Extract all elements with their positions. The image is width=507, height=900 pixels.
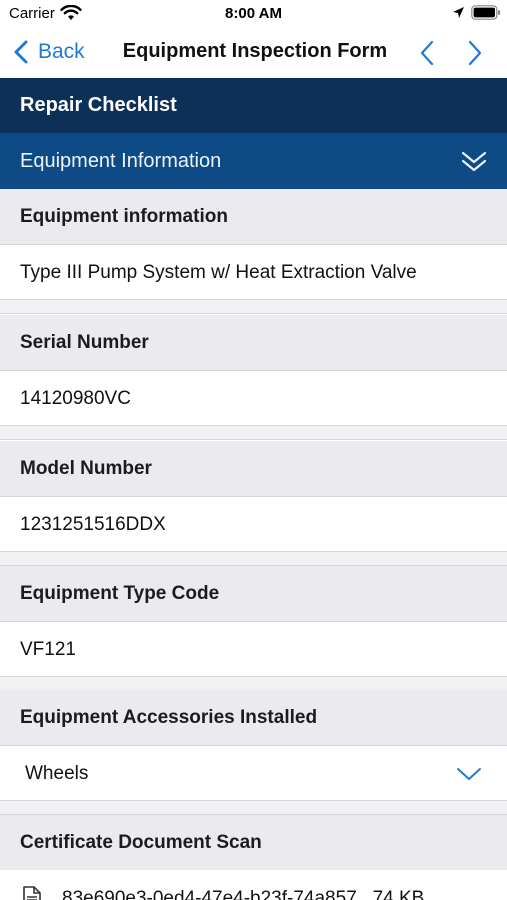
section-divider	[0, 801, 507, 815]
battery-icon	[471, 5, 500, 20]
certificate-file-row[interactable]: 83e690e3-0ed4-47e4-b23f-74a857...74 KB	[0, 870, 507, 900]
field-label: Model Number	[20, 458, 152, 479]
double-chevron-down-icon	[461, 151, 487, 172]
section-divider	[0, 552, 507, 566]
field-label: Equipment information	[20, 206, 228, 227]
field-label: Serial Number	[20, 332, 149, 353]
field-label-row: Equipment Accessories Installed	[0, 690, 507, 746]
field-value: 1231251516DDX	[20, 514, 166, 535]
back-button[interactable]: Back	[14, 38, 85, 66]
subsection-title: Equipment Information	[20, 150, 222, 172]
previous-icon[interactable]	[419, 40, 435, 66]
section-divider	[0, 677, 507, 691]
chevron-left-icon	[14, 40, 28, 64]
field-label-row: Serial Number	[0, 315, 507, 371]
field-value: Wheels	[25, 763, 89, 784]
field-value-input[interactable]: 1231251516DDX	[0, 497, 507, 552]
accessories-select[interactable]: Wheels	[0, 746, 507, 801]
navigation-bar: Back Equipment Inspection Form	[0, 26, 507, 78]
chevron-down-icon	[457, 768, 481, 780]
field-label: Certificate Document Scan	[20, 832, 262, 853]
document-icon	[23, 886, 41, 900]
field-value: VF121	[20, 639, 76, 660]
field-value-input[interactable]: 14120980VC	[0, 371, 507, 426]
section-title: Repair Checklist	[20, 94, 177, 116]
subsection-header-equipment-information[interactable]: Equipment Information	[0, 133, 507, 189]
field-value: Type III Pump System w/ Heat Extraction …	[20, 262, 417, 283]
field-label-row: Certificate Document Scan	[0, 815, 507, 871]
field-label-row: Model Number	[0, 441, 507, 497]
field-value-input[interactable]: VF121	[0, 622, 507, 677]
section-divider	[0, 426, 507, 440]
status-time: 8:00 AM	[225, 5, 282, 22]
field-value-input[interactable]: Type III Pump System w/ Heat Extraction …	[0, 245, 507, 300]
field-label-row: Equipment information	[0, 189, 507, 245]
section-header: Repair Checklist	[0, 78, 507, 133]
next-icon[interactable]	[467, 40, 483, 66]
field-label-row: Equipment Type Code	[0, 566, 507, 622]
certificate-file-name: 83e690e3-0ed4-47e4-b23f-74a857...74 KB	[62, 888, 425, 900]
field-label: Equipment Accessories Installed	[20, 707, 318, 728]
page-title: Equipment Inspection Form	[122, 40, 388, 62]
back-label: Back	[38, 40, 85, 63]
field-value: 14120980VC	[20, 388, 131, 409]
location-arrow-icon	[453, 7, 464, 18]
field-label: Equipment Type Code	[20, 583, 220, 604]
section-divider	[0, 300, 507, 314]
status-bar: Carrier 8:00 AM	[0, 0, 507, 26]
